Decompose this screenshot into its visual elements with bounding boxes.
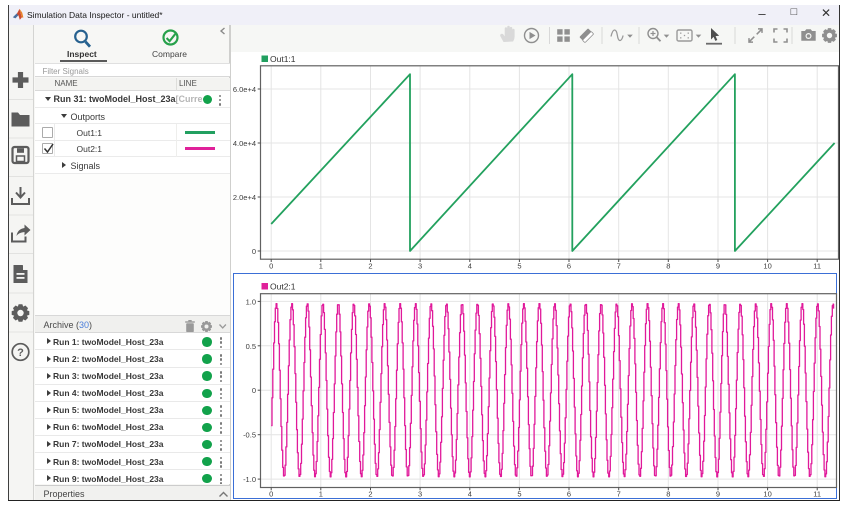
svg-text:11: 11 (813, 490, 821, 499)
svg-text:11: 11 (813, 262, 821, 271)
svg-text:2: 2 (368, 262, 372, 271)
svg-text:1: 1 (319, 490, 323, 499)
svg-text:6: 6 (567, 490, 571, 499)
svg-text:10: 10 (763, 490, 771, 499)
svg-text:2.0e+4: 2.0e+4 (233, 193, 256, 202)
svg-text:4: 4 (468, 262, 472, 271)
svg-text:0.5: 0.5 (246, 342, 256, 351)
svg-text:9: 9 (716, 262, 720, 271)
svg-text:7: 7 (617, 490, 621, 499)
svg-text:0: 0 (252, 386, 256, 395)
svg-text:10: 10 (763, 262, 771, 271)
svg-text:1.0: 1.0 (246, 297, 256, 306)
svg-text:5: 5 (517, 262, 521, 271)
svg-text:5: 5 (517, 490, 521, 499)
svg-text:4: 4 (468, 490, 472, 499)
svg-text:0: 0 (269, 262, 273, 271)
svg-text:6: 6 (567, 262, 571, 271)
svg-text:7: 7 (617, 262, 621, 271)
svg-text:8: 8 (666, 262, 670, 271)
svg-text:3: 3 (418, 490, 422, 499)
svg-text:4.0e+4: 4.0e+4 (233, 139, 256, 148)
svg-text:0: 0 (252, 247, 256, 256)
svg-text:0: 0 (269, 490, 273, 499)
svg-text:Out1:1: Out1:1 (270, 54, 296, 64)
svg-text:2: 2 (368, 490, 372, 499)
svg-text:6.0e+4: 6.0e+4 (233, 85, 256, 94)
svg-text:1: 1 (319, 262, 323, 271)
svg-text:Out2:1: Out2:1 (270, 282, 296, 292)
svg-text:3: 3 (418, 262, 422, 271)
svg-text:8: 8 (666, 490, 670, 499)
svg-text:-1.0: -1.0 (243, 475, 256, 484)
svg-text:-0.5: -0.5 (243, 431, 256, 440)
svg-text:9: 9 (716, 490, 720, 499)
